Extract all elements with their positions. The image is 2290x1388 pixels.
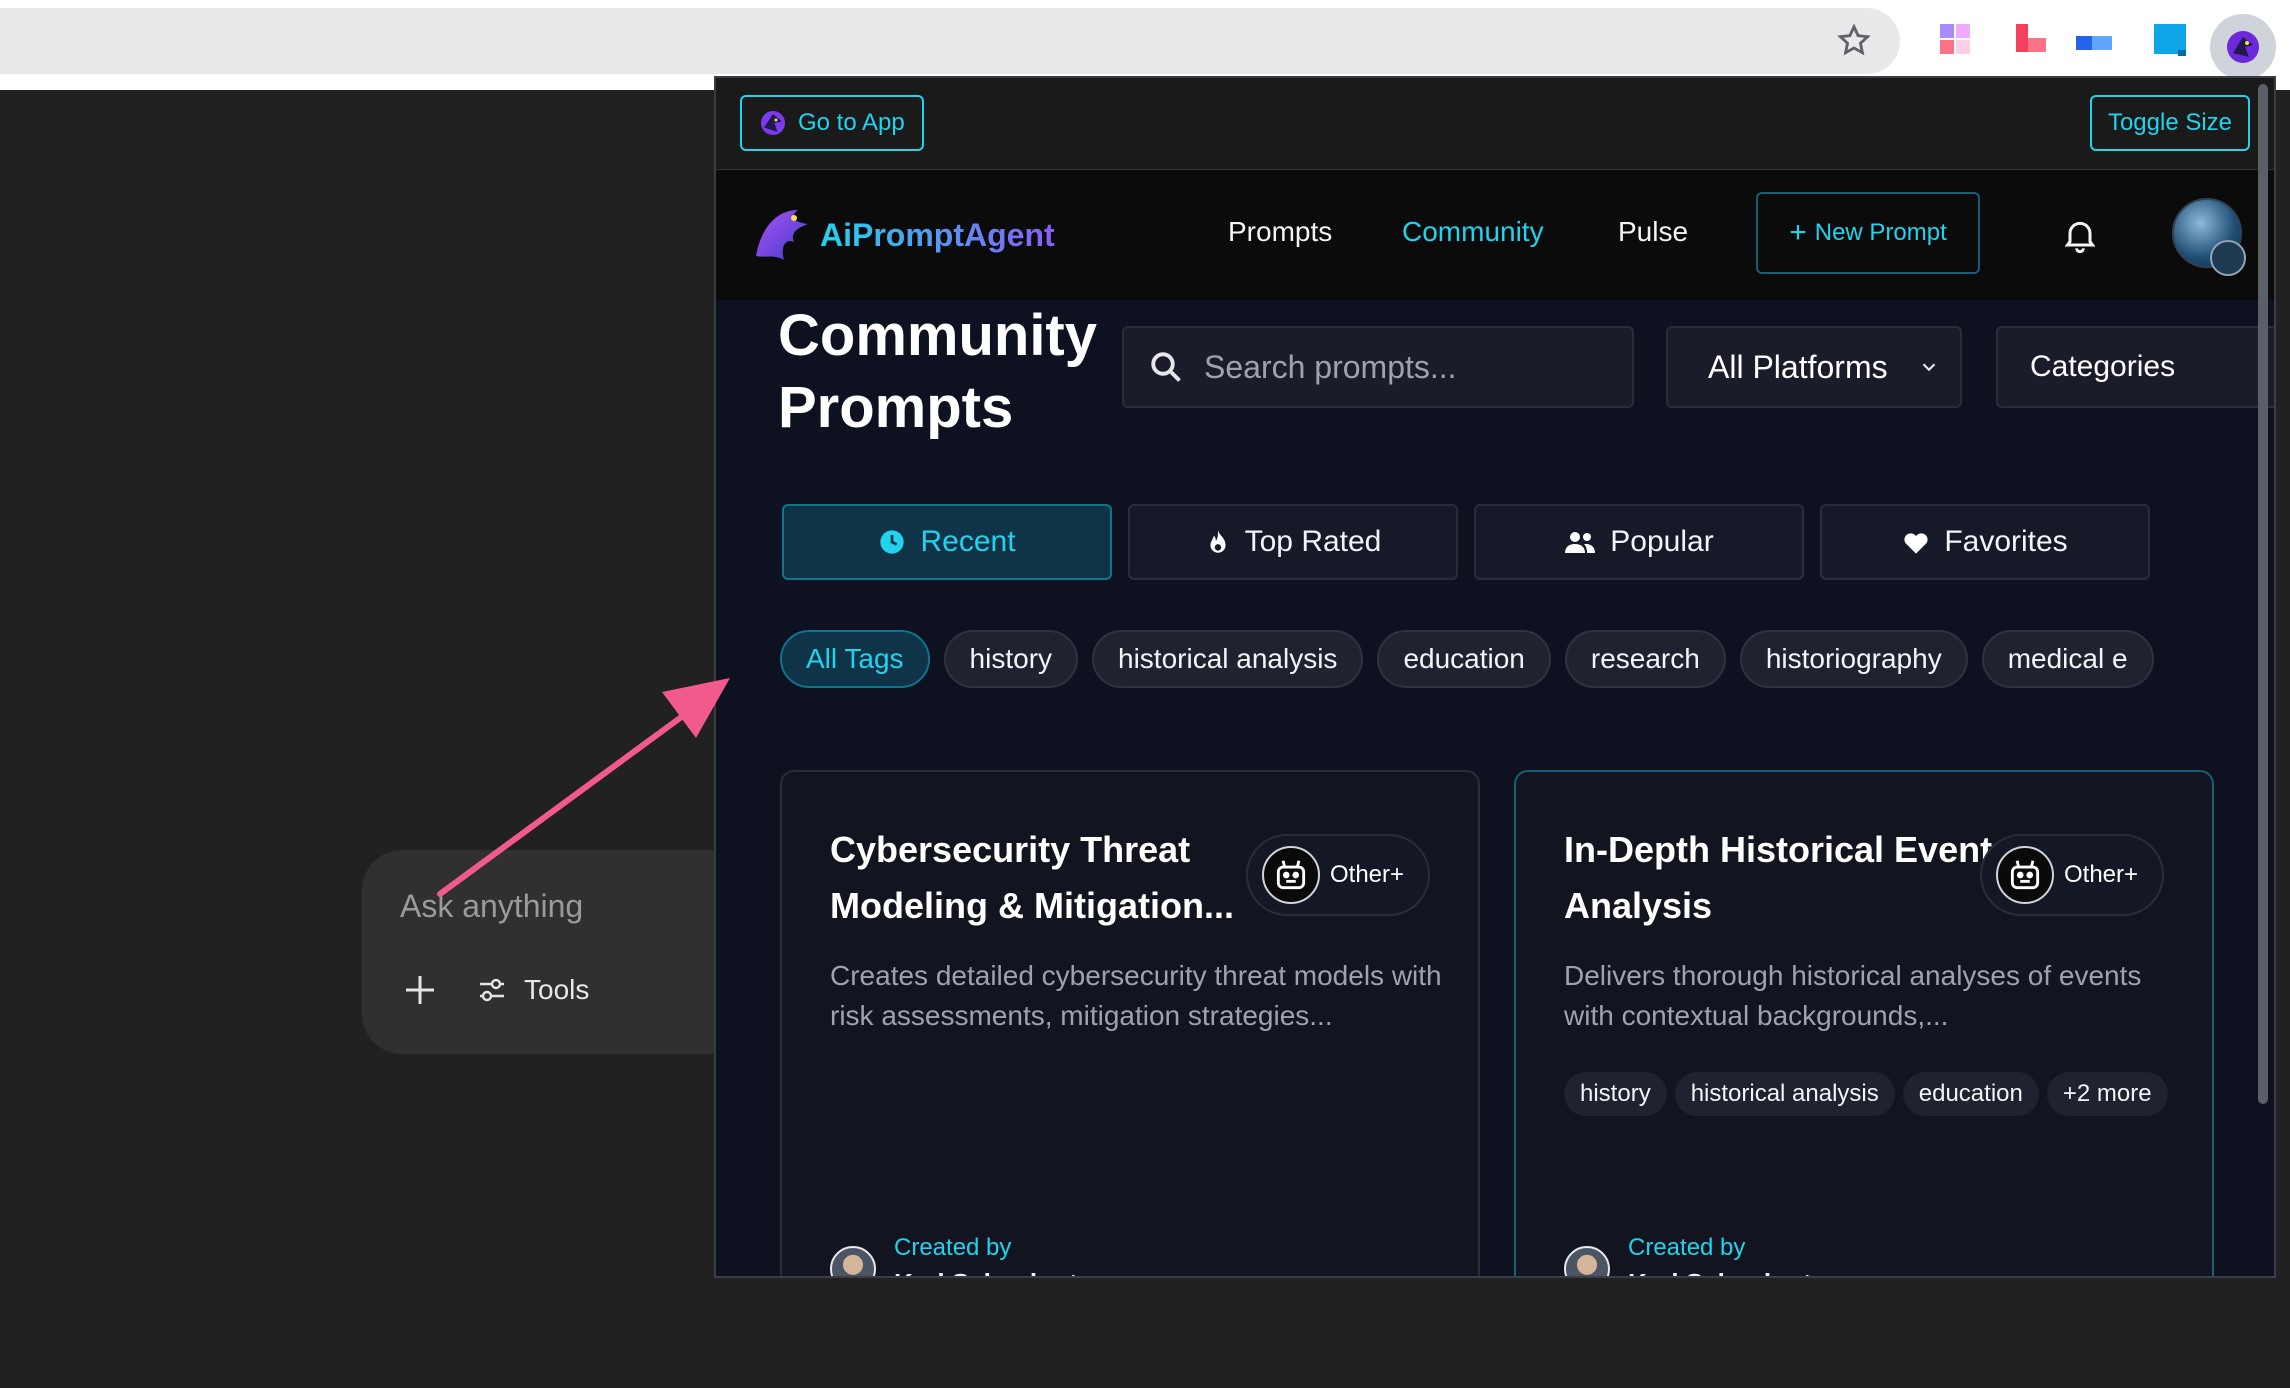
prompt-card-description: Creates detailed cybersecurity threat mo…: [830, 960, 1442, 1031]
sliders-icon[interactable]: [476, 974, 508, 1006]
plus-icon: +: [1789, 216, 1807, 249]
prompt-card-title[interactable]: Cybersecurity Threat Modeling & Mitigati…: [830, 822, 1260, 934]
puzzle-grid-icon[interactable]: [1936, 20, 1976, 60]
created-by-label: Created by: [1628, 1234, 1746, 1261]
nav-link-pulse[interactable]: Pulse: [1618, 216, 1688, 248]
creator-info[interactable]: Created by Karl Schuckert: [1564, 1234, 1812, 1276]
app-navbar: AiPromptAgent Prompts Community Pulse + …: [716, 170, 2274, 300]
blue-bar-icon[interactable]: [2074, 20, 2114, 60]
prompt-card[interactable]: Cybersecurity Threat Modeling & Mitigati…: [780, 770, 1480, 1276]
creator-name[interactable]: Karl Schuckert: [894, 1268, 1078, 1276]
tab-popular[interactable]: Popular: [1474, 504, 1804, 580]
tag-historiography[interactable]: historiography: [1739, 630, 1968, 688]
tag-research[interactable]: research: [1564, 630, 1726, 688]
star-icon[interactable]: [1835, 22, 1873, 60]
search-icon: [1151, 352, 1181, 382]
go-to-app-label: Go to App: [798, 109, 905, 136]
brand-name: AiPromptAgent: [820, 216, 1055, 253]
platform-select-value: All Platforms: [1708, 348, 1888, 385]
created-by-label: Created by: [894, 1234, 1012, 1261]
tab-recent-label: Recent: [920, 525, 1016, 558]
brand-logo[interactable]: AiPromptAgent: [750, 202, 1055, 268]
prompt-card[interactable]: In-Depth Historical Event Analysis Other…: [1514, 770, 2214, 1276]
creator-info[interactable]: Created by Karl Schuckert: [830, 1234, 1078, 1276]
prompt-card-description: Delivers thorough historical analyses of…: [1564, 960, 2142, 1031]
prompt-card-tags: history historical analysis education +2 mo…: [1564, 1072, 2184, 1122]
tab-favorites-label: Favorites: [1944, 525, 2068, 558]
search-input[interactable]: [1204, 348, 1604, 386]
users-icon: [1565, 532, 1596, 553]
tag-medical[interactable]: medical e: [1981, 630, 2154, 688]
eagle-logo-icon: [756, 210, 808, 260]
bell-icon[interactable]: [2060, 214, 2100, 256]
new-prompt-label: New Prompt: [1814, 219, 1947, 246]
card-tag-historical-analysis[interactable]: historical analysis: [1674, 1072, 1895, 1116]
search-field[interactable]: [1122, 326, 1634, 408]
robot-icon: [1262, 846, 1320, 904]
tab-top-rated-label: Top Rated: [1244, 525, 1382, 558]
chevron-down-icon: [1922, 363, 1936, 372]
clock-icon: [880, 530, 905, 554]
tab-recent[interactable]: Recent: [782, 504, 1112, 580]
platform-badge-label: Other+: [1330, 861, 1405, 888]
categories-select[interactable]: Categories: [1996, 326, 2274, 408]
prompt-card-title[interactable]: In-Depth Historical Event Analysis: [1564, 822, 1994, 934]
page-title: Community Prompts: [778, 303, 1097, 440]
tag-history[interactable]: history: [943, 630, 1079, 688]
robot-icon: [1996, 846, 2054, 904]
tools-button[interactable]: Tools: [524, 974, 589, 1006]
new-prompt-button[interactable]: + New Prompt: [1756, 192, 1980, 274]
tag-all-tags[interactable]: All Tags: [780, 630, 930, 688]
platform-select[interactable]: All Platforms: [1666, 326, 1962, 408]
toggle-size-button[interactable]: Toggle Size: [2090, 95, 2250, 151]
chat-input-placeholder[interactable]: Ask anything: [400, 888, 583, 925]
eagle-icon[interactable]: [2210, 14, 2276, 80]
flame-icon: [1210, 530, 1226, 553]
eagle-logo-icon: [761, 111, 785, 135]
red-blocks-icon[interactable]: [2012, 20, 2052, 60]
go-to-app-button[interactable]: Go to App: [740, 95, 924, 151]
platform-badge: Other+: [1246, 834, 1430, 916]
avatar: [830, 1246, 876, 1276]
tab-popular-label: Popular: [1610, 525, 1714, 558]
tag-historical-analysis[interactable]: historical analysis: [1092, 630, 1364, 688]
popup-header: Go to App Toggle Size: [716, 78, 2274, 170]
popup-scrollbar[interactable]: [2258, 84, 2268, 1104]
nav-link-prompts[interactable]: Prompts: [1228, 216, 1332, 248]
tab-top-rated[interactable]: Top Rated: [1128, 504, 1458, 580]
plus-icon[interactable]: [400, 970, 440, 1010]
avatar: [1564, 1246, 1610, 1276]
card-tag-education[interactable]: education: [1902, 1072, 2039, 1116]
tag-filter-row: All Tags history historical analysis educat…: [780, 630, 2220, 692]
platform-badge: Other+: [1980, 834, 2164, 916]
nav-link-community[interactable]: Community: [1402, 216, 1544, 248]
card-tag-history[interactable]: history: [1564, 1072, 1667, 1116]
creator-name[interactable]: Karl Schuckert: [1628, 1268, 1812, 1276]
tag-education[interactable]: education: [1377, 630, 1551, 688]
address-bar[interactable]: [0, 8, 1900, 74]
shield-icon: [2210, 240, 2246, 276]
blue-square-icon[interactable]: [2150, 20, 2190, 60]
tab-favorites[interactable]: Favorites: [1820, 504, 2150, 580]
platform-badge-label: Other+: [2064, 861, 2139, 888]
heart-icon: [1904, 533, 1928, 554]
extension-popup: Go to App Toggle Size AiPromptAgent Prom…: [714, 76, 2276, 1278]
card-tag-more[interactable]: +2 more: [2046, 1072, 2168, 1116]
